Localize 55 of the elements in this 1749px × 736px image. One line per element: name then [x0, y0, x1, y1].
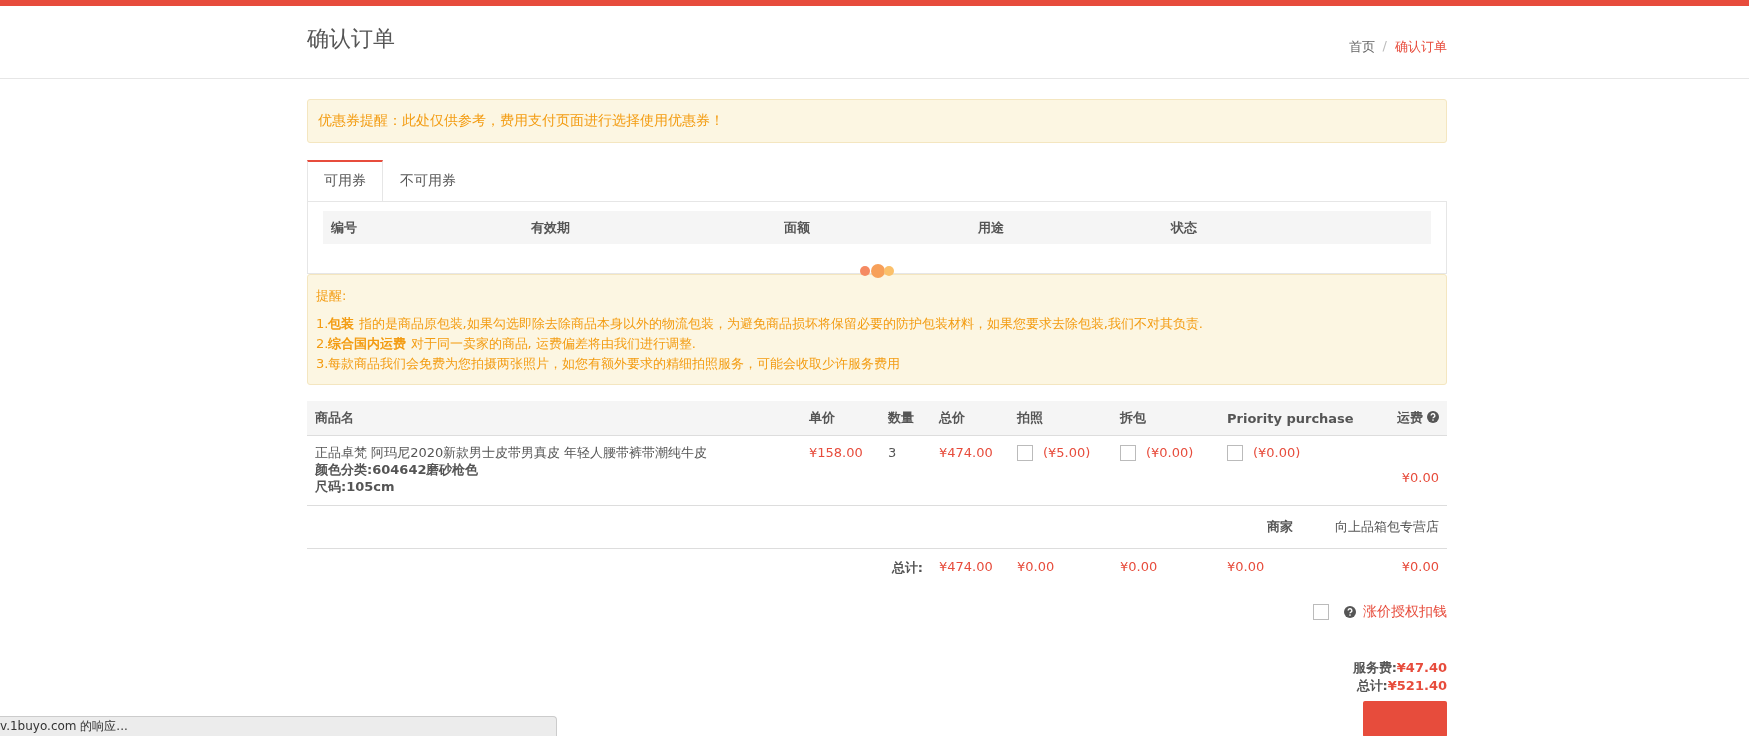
- product-name: 正品卓梵 阿玛尼2020新款男士皮带男真皮 年轻人腰带裤带潮纯牛皮: [315, 444, 709, 461]
- checkbox[interactable]: [1227, 444, 1243, 461]
- column-header: 面额: [783, 218, 811, 237]
- summary-value: ¥521.40: [1387, 678, 1447, 693]
- option-price: (¥5.00): [1043, 444, 1091, 461]
- option-price: (¥0.00): [1253, 444, 1301, 461]
- unit-price: ¥158.00: [801, 435, 880, 506]
- coupon-alert: 优惠券提醒：此处仅供参考，费用支付页面进行选择使用优惠券！: [307, 99, 1447, 143]
- page-title: 确认订单: [307, 25, 395, 53]
- checkbox[interactable]: [1120, 444, 1136, 461]
- notice-text: 1.包装 指的是商品原包装,如果勾选即除去除商品本身以外的物流包装，为避免商品损坏将保留必要的防护包装材料，如果您要求去除包装,我们不对其负责.: [316, 315, 1204, 333]
- total-price: ¥474.00: [931, 435, 1009, 506]
- column-heading: Priority purchase: [1219, 401, 1374, 436]
- breadcrumb-link[interactable]: 确认订单: [1395, 38, 1447, 56]
- option-price: (¥0.00): [1146, 444, 1194, 461]
- total-amount: ¥0.00: [1112, 548, 1219, 587]
- checkbox[interactable]: [1017, 444, 1033, 461]
- help-icon: [1427, 411, 1439, 423]
- merchant-label: 商家: [1267, 518, 1293, 536]
- submit-button[interactable]: [1363, 701, 1447, 736]
- tab[interactable]: 不可用券: [383, 160, 473, 201]
- breadcrumb-separator: /: [1382, 38, 1387, 55]
- column-header: 用途: [977, 218, 1005, 237]
- tab[interactable]: 可用券: [307, 160, 383, 202]
- authorization-link[interactable]: 涨价授权扣钱: [1363, 603, 1447, 621]
- column-heading: 拆包: [1112, 401, 1219, 436]
- checkbox[interactable]: [1313, 604, 1329, 620]
- summary-value: ¥47.40: [1396, 660, 1447, 675]
- total-amount: ¥474.00: [931, 548, 1009, 587]
- column-heading: 商品名: [307, 401, 801, 436]
- product-attribute: 尺码:105cm: [315, 478, 396, 495]
- column-header: 编号: [330, 218, 358, 237]
- summary-label: 服务费:: [1352, 660, 1397, 675]
- quantity: 3: [880, 435, 931, 506]
- column-heading: 总价: [931, 401, 1009, 436]
- summary-label: 总计:: [1356, 678, 1388, 693]
- notice-text: 2.综合国内运费 对于同一卖家的商品, 运费偏差将由我们进行调整.: [316, 335, 697, 353]
- column-heading: 单价: [801, 401, 880, 436]
- total-label: 总计:: [891, 560, 923, 575]
- column-header: 有效期: [530, 218, 571, 237]
- column-heading: 数量: [880, 401, 931, 436]
- breadcrumb-link[interactable]: 首页: [1348, 38, 1375, 56]
- column-header: 状态: [1169, 218, 1197, 237]
- column-label: 运费: [1397, 410, 1423, 425]
- total-amount: ¥0.00: [1374, 548, 1447, 587]
- notice-title: 提醒:: [316, 287, 348, 305]
- help-icon: [1344, 606, 1356, 618]
- status-bar: v.1buyo.com 的响应...: [0, 716, 557, 736]
- notice-text: 3.每款商品我们会免费为您拍摄两张照片，如您有额外要求的精细拍照服务，可能会收取少许服务费用: [316, 355, 902, 373]
- product-attribute: 颜色分类:604642磨砂枪色: [315, 461, 480, 478]
- total-amount: ¥0.00: [1219, 548, 1374, 587]
- shipping-fee: ¥0.00: [1374, 435, 1447, 506]
- column-heading: 拍照: [1009, 401, 1112, 436]
- total-amount: ¥0.00: [1009, 548, 1112, 587]
- merchant-name: 向上品箱包专营店: [1335, 518, 1439, 536]
